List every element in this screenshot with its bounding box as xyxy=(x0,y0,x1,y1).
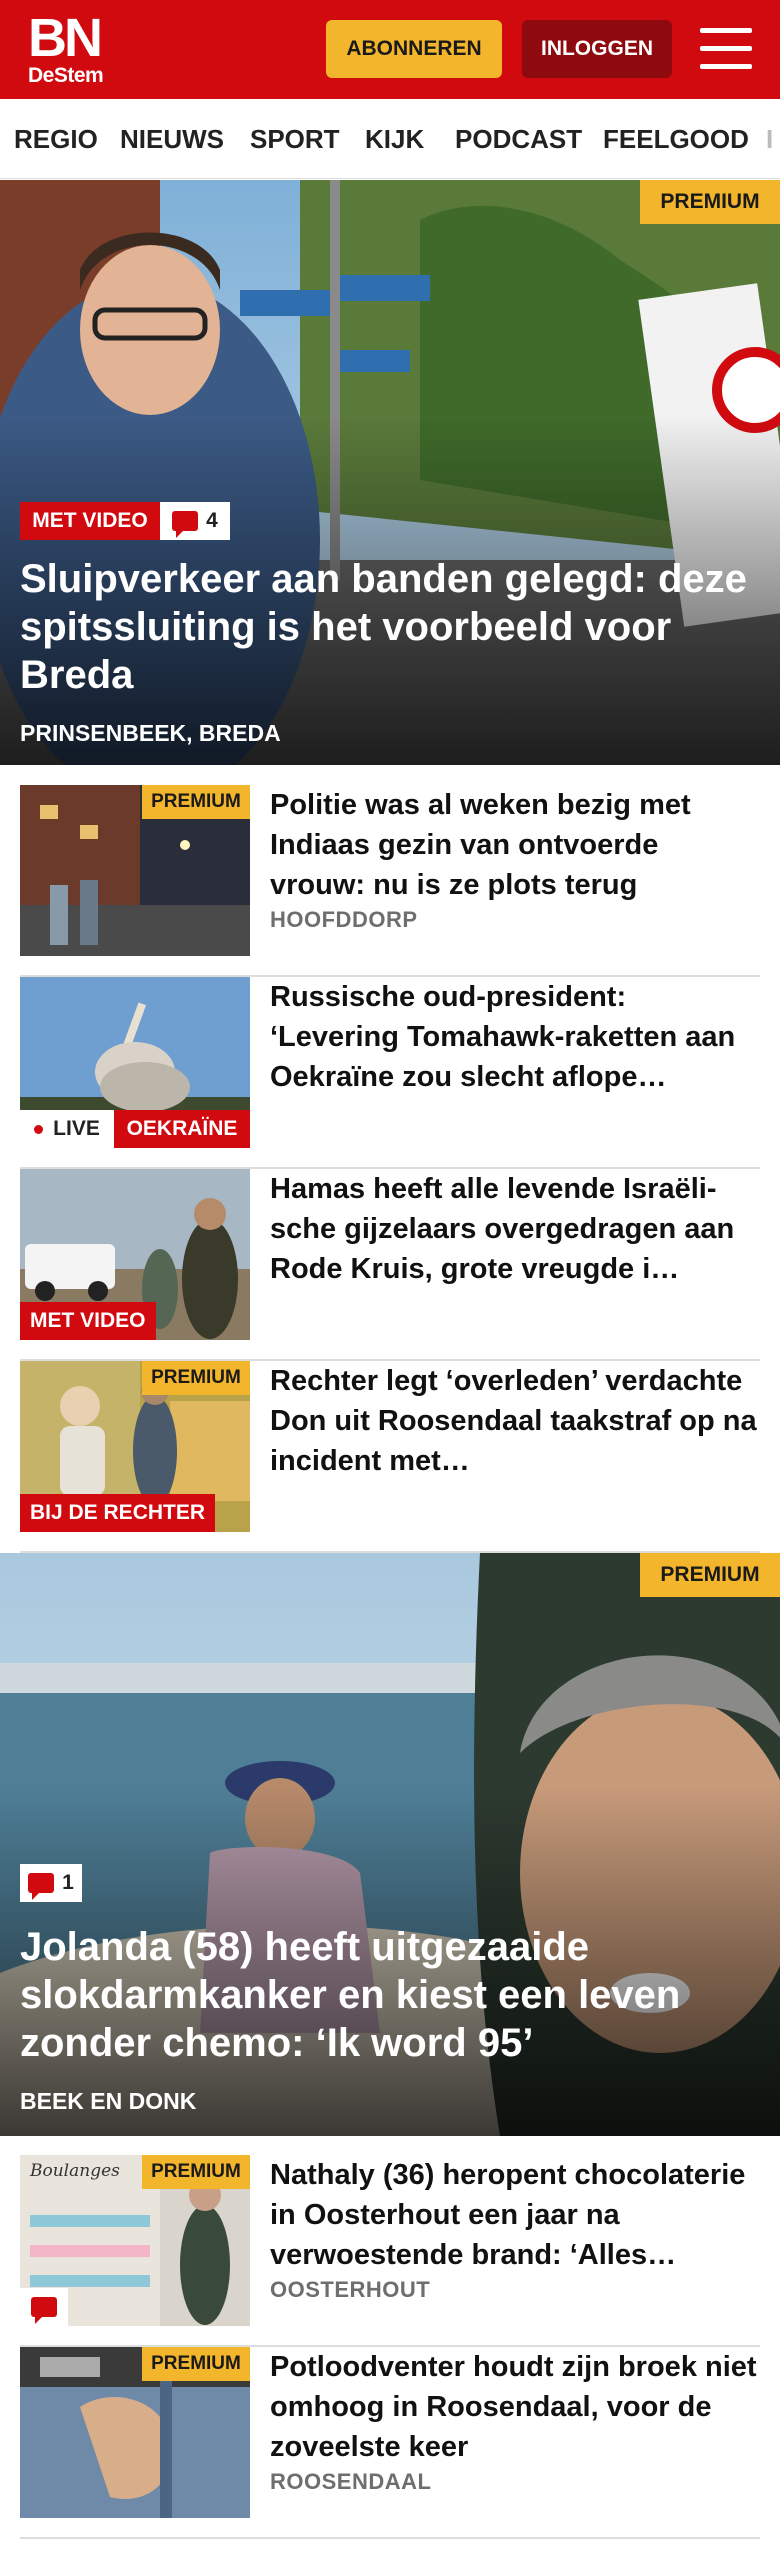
list-item[interactable]: LIVE OEKRAÏNE Russische oud-president: ‘… xyxy=(20,977,760,1169)
hero-article[interactable]: PREMIUM 1 Jolanda (58) heeft uitgezaaide… xyxy=(0,1553,780,2136)
topic-badge: BIJ DE RECHTER xyxy=(20,1494,216,1532)
list-item[interactable]: Boulanges PREMIUM Nathaly (36) heropent … xyxy=(20,2155,760,2347)
article-headline[interactable]: Potloodventer houdt zijn broek niet omho… xyxy=(270,2347,760,2467)
comment-icon xyxy=(28,1873,55,1900)
hero-headline[interactable]: Sluipverkeer aan banden gelegd: deze spi… xyxy=(20,555,760,699)
article-thumbnail[interactable]: LIVE OEKRAÏNE xyxy=(20,977,250,1148)
live-label: LIVE xyxy=(53,1117,100,1140)
article-headline[interactable]: Hamas heeft alle levende Israëli­sche gi… xyxy=(270,1169,760,1289)
comment-count[interactable] xyxy=(20,2288,68,2326)
nav-item-podcast[interactable]: PODCAST xyxy=(455,99,582,178)
list-item[interactable]: PREMIUM Politie was al weken bezig met I… xyxy=(20,785,760,977)
live-dot-icon xyxy=(34,1124,44,1134)
login-button[interactable]: INLOGGEN xyxy=(522,20,672,78)
list-item[interactable]: PREMIUM Potloodventer houdt zijn broek n… xyxy=(20,2347,760,2539)
subscribe-button[interactable]: ABONNEREN xyxy=(326,20,502,78)
comment-count[interactable]: 4 xyxy=(160,502,230,540)
comment-count-value: 1 xyxy=(62,1871,74,1894)
article-location: ROOSENDAAL xyxy=(270,2469,432,2494)
article-headline[interactable]: Politie was al weken bezig met Indiaas g… xyxy=(270,785,760,905)
nav-item-sport[interactable]: SPORT xyxy=(250,99,340,178)
section-nav: REGIO NIEUWS SPORT KIJK PODCAST FEELGOOD… xyxy=(0,99,780,179)
article-thumbnail[interactable]: Boulanges PREMIUM xyxy=(20,2155,250,2326)
topic-badge: OEKRAÏNE xyxy=(114,1110,250,1148)
hero-article[interactable]: PREMIUM MET VIDEO 4 Sluipverkeer aan ban… xyxy=(0,180,780,765)
premium-badge: PREMIUM xyxy=(142,2347,250,2381)
article-headline[interactable]: Nathaly (36) heropent chocolate­rie in O… xyxy=(270,2155,760,2275)
premium-badge: PREMIUM xyxy=(142,2155,250,2189)
video-badge: MET VIDEO xyxy=(20,502,160,540)
hero-location: BEEK EN DONK xyxy=(20,2088,197,2114)
article-location: OOSTERHOUT xyxy=(270,2277,431,2302)
nav-item-regio[interactable]: REGIO xyxy=(14,99,98,178)
comment-count-value: 4 xyxy=(206,509,218,532)
nav-item-nieuws[interactable]: NIEUWS xyxy=(120,99,224,178)
premium-badge: PREMIUM xyxy=(640,1553,780,1597)
comment-count[interactable]: 1 xyxy=(20,1864,82,1902)
logo-subtitle: DeStem xyxy=(28,64,104,87)
article-thumbnail[interactable]: PREMIUM xyxy=(20,2347,250,2518)
nav-item-feelgood[interactable]: FEELGOOD xyxy=(603,99,749,178)
comment-icon xyxy=(31,2297,57,2324)
article-headline[interactable]: Russische oud-president: ‘Levering Tomah… xyxy=(270,977,760,1097)
comment-icon xyxy=(172,511,199,538)
nav-item-overflow[interactable]: I xyxy=(766,99,773,178)
list-item[interactable]: PREMIUM BIJ DE RECHTER Rechter legt ‘ove… xyxy=(20,1361,760,1553)
premium-badge: PREMIUM xyxy=(640,180,780,224)
article-thumbnail[interactable]: PREMIUM BIJ DE RECHTER xyxy=(20,1361,250,1532)
article-thumbnail[interactable]: MET VIDEO xyxy=(20,1169,250,1340)
premium-badge: PREMIUM xyxy=(142,785,250,819)
article-thumbnail[interactable]: PREMIUM xyxy=(20,785,250,956)
site-logo[interactable]: BN DeStem xyxy=(28,8,104,88)
logo-mark: BN xyxy=(28,8,103,68)
hero-location: PRINSENBEEK, BREDA xyxy=(20,720,281,746)
list-item[interactable]: MET VIDEO Hamas heeft alle levende Israë… xyxy=(20,1169,760,1361)
article-headline[interactable]: Rechter legt ‘overleden’ verdachte Don u… xyxy=(270,1361,760,1481)
premium-badge: PREMIUM xyxy=(142,1361,250,1395)
live-badge: LIVE xyxy=(20,1110,114,1148)
thumbnail-sign-text: Boulanges xyxy=(30,2161,120,2181)
menu-icon[interactable] xyxy=(700,26,752,72)
video-badge: MET VIDEO xyxy=(20,1302,156,1340)
site-header: BN DeStem ABONNEREN INLOGGEN xyxy=(0,0,780,99)
hero-headline[interactable]: Jolanda (58) heeft uitgezaaide slokdarmk… xyxy=(20,1923,760,2067)
article-location: HOOFDDORP xyxy=(270,907,418,932)
nav-item-kijk[interactable]: KIJK xyxy=(365,99,424,178)
